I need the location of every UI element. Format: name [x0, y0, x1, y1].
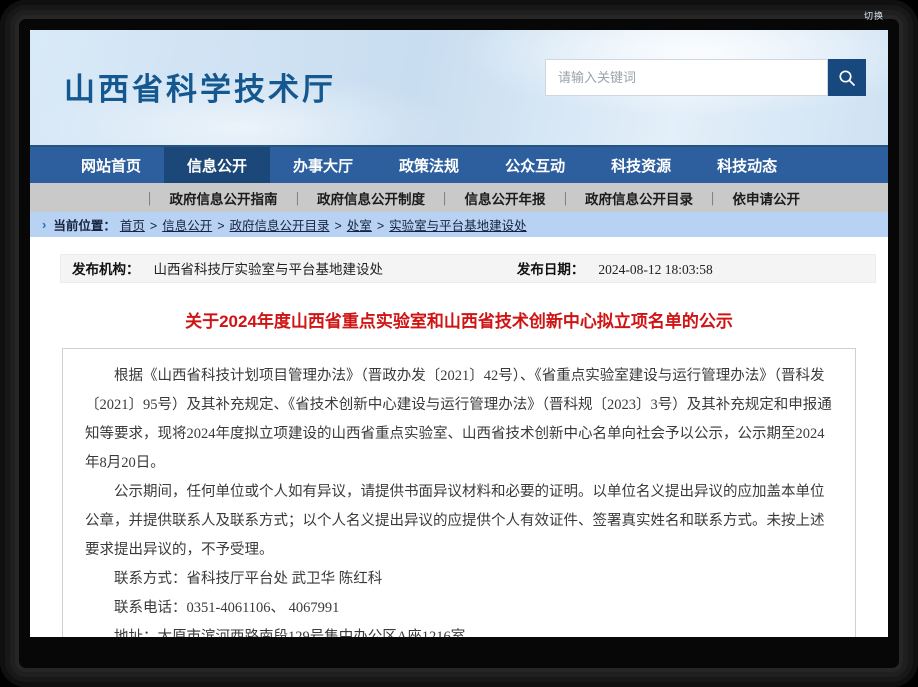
breadcrumb-link[interactable]: 实验室与平台基地建设处 — [389, 219, 527, 233]
meta-bar: 发布机构： 山西省科技厅实验室与平台基地建设处 发布日期： 2024-08-12 1… — [60, 254, 876, 283]
nav-item[interactable]: 科技资源 — [588, 147, 694, 183]
breadcrumb-separator: > — [217, 219, 224, 233]
search-icon — [838, 69, 856, 87]
agency-value: 山西省科技厅实验室与平台基地建设处 — [154, 262, 384, 277]
contact-line: 地址：太原市滨河西路南段129号集中办公区A座1216室 — [85, 623, 833, 637]
nav-item[interactable]: 办事大厅 — [270, 147, 376, 183]
paragraph: 公示期间，任何单位或个人如有异议，请提供书面异议材料和必要的证明。以单位名义提出… — [85, 478, 833, 565]
subnav-item[interactable]: 依申请公开 — [733, 188, 801, 208]
browser-page: 山西省科学技术厅 网站首页信息公开办事大厅政策法规公众互动科技资源科技动态 ｜政… — [30, 30, 888, 637]
search-button[interactable] — [828, 59, 866, 96]
subnav-separator: ｜ — [559, 188, 573, 208]
main-nav: 网站首页信息公开办事大厅政策法规公众互动科技资源科技动态 — [30, 145, 888, 183]
breadcrumb-link[interactable]: 信息公开 — [162, 219, 212, 233]
nav-item[interactable]: 网站首页 — [58, 147, 164, 183]
subnav: ｜ 政府信息公开指南 ｜ 政府信息公开制度 ｜ 信息公开年报 ｜ 政府信息公开目录 ｜ 依申请公开 — [30, 183, 888, 212]
subnav-item[interactable]: 政府信息公开目录 — [585, 188, 693, 208]
nav-item[interactable]: 政策法规 — [376, 147, 482, 183]
paragraph: 根据《山西省科技计划项目管理办法》（晋政办发〔2021〕42号）、《省重点实验室… — [85, 362, 833, 478]
search-box — [545, 59, 866, 96]
contact-line: 联系电话：0351-4061106、 4067991 — [85, 594, 833, 623]
subnav-separator: ｜ — [706, 188, 720, 208]
breadcrumb-separator: > — [377, 219, 384, 233]
subnav-separator: ｜ — [143, 188, 157, 208]
date-value: 2024-08-12 18:03:58 — [598, 262, 712, 277]
date-label: 发布日期： — [517, 262, 585, 277]
article-content: 发布机构： 山西省科技厅实验室与平台基地建设处 发布日期： 2024-08-12 1… — [30, 254, 888, 637]
breadcrumb-items: 首页 > 信息公开 > 政府信息公开目录 > 处室 > 实验室与平台基地建设处 — [120, 215, 527, 234]
breadcrumb-link[interactable]: 处室 — [347, 219, 372, 233]
breadcrumb-separator: > — [335, 219, 342, 233]
subnav-separator: ｜ — [438, 188, 452, 208]
nav-item[interactable]: 科技动态 — [694, 147, 800, 183]
breadcrumb: › 当前位置： 首页 > 信息公开 > 政府信息公开目录 > 处室 > 实验室与平台基地建设处 — [30, 212, 888, 237]
publish-date: 发布日期： 2024-08-12 18:03:58 — [517, 255, 713, 284]
subnav-separator: ｜ — [291, 188, 305, 208]
contact-line: 联系方式：省科技厅平台处 武卫华 陈红科 — [85, 565, 833, 594]
nav-item[interactable]: 信息公开 — [164, 147, 270, 183]
site-title: 山西省科学技术厅 — [64, 64, 336, 109]
search-input[interactable] — [545, 59, 828, 96]
corner-label: 切换 — [864, 9, 884, 22]
subnav-item[interactable]: 政府信息公开制度 — [317, 188, 425, 208]
breadcrumb-arrow-icon: › — [42, 217, 46, 232]
breadcrumb-prefix: 当前位置： — [53, 215, 116, 234]
breadcrumb-link[interactable]: 政府信息公开目录 — [230, 219, 330, 233]
site-header: 山西省科学技术厅 — [30, 30, 888, 145]
breadcrumb-link[interactable]: 首页 — [120, 219, 145, 233]
subnav-item[interactable]: 政府信息公开指南 — [170, 188, 278, 208]
breadcrumb-separator: > — [150, 219, 157, 233]
agency-label: 发布机构： — [72, 262, 140, 277]
subnav-item[interactable]: 信息公开年报 — [465, 188, 546, 208]
article-body: 根据《山西省科技计划项目管理办法》（晋政办发〔2021〕42号）、《省重点实验室… — [62, 348, 856, 637]
nav-item[interactable]: 公众互动 — [482, 147, 588, 183]
article-title: 关于2024年度山西省重点实验室和山西省技术创新中心拟立项名单的公示 — [40, 307, 878, 332]
